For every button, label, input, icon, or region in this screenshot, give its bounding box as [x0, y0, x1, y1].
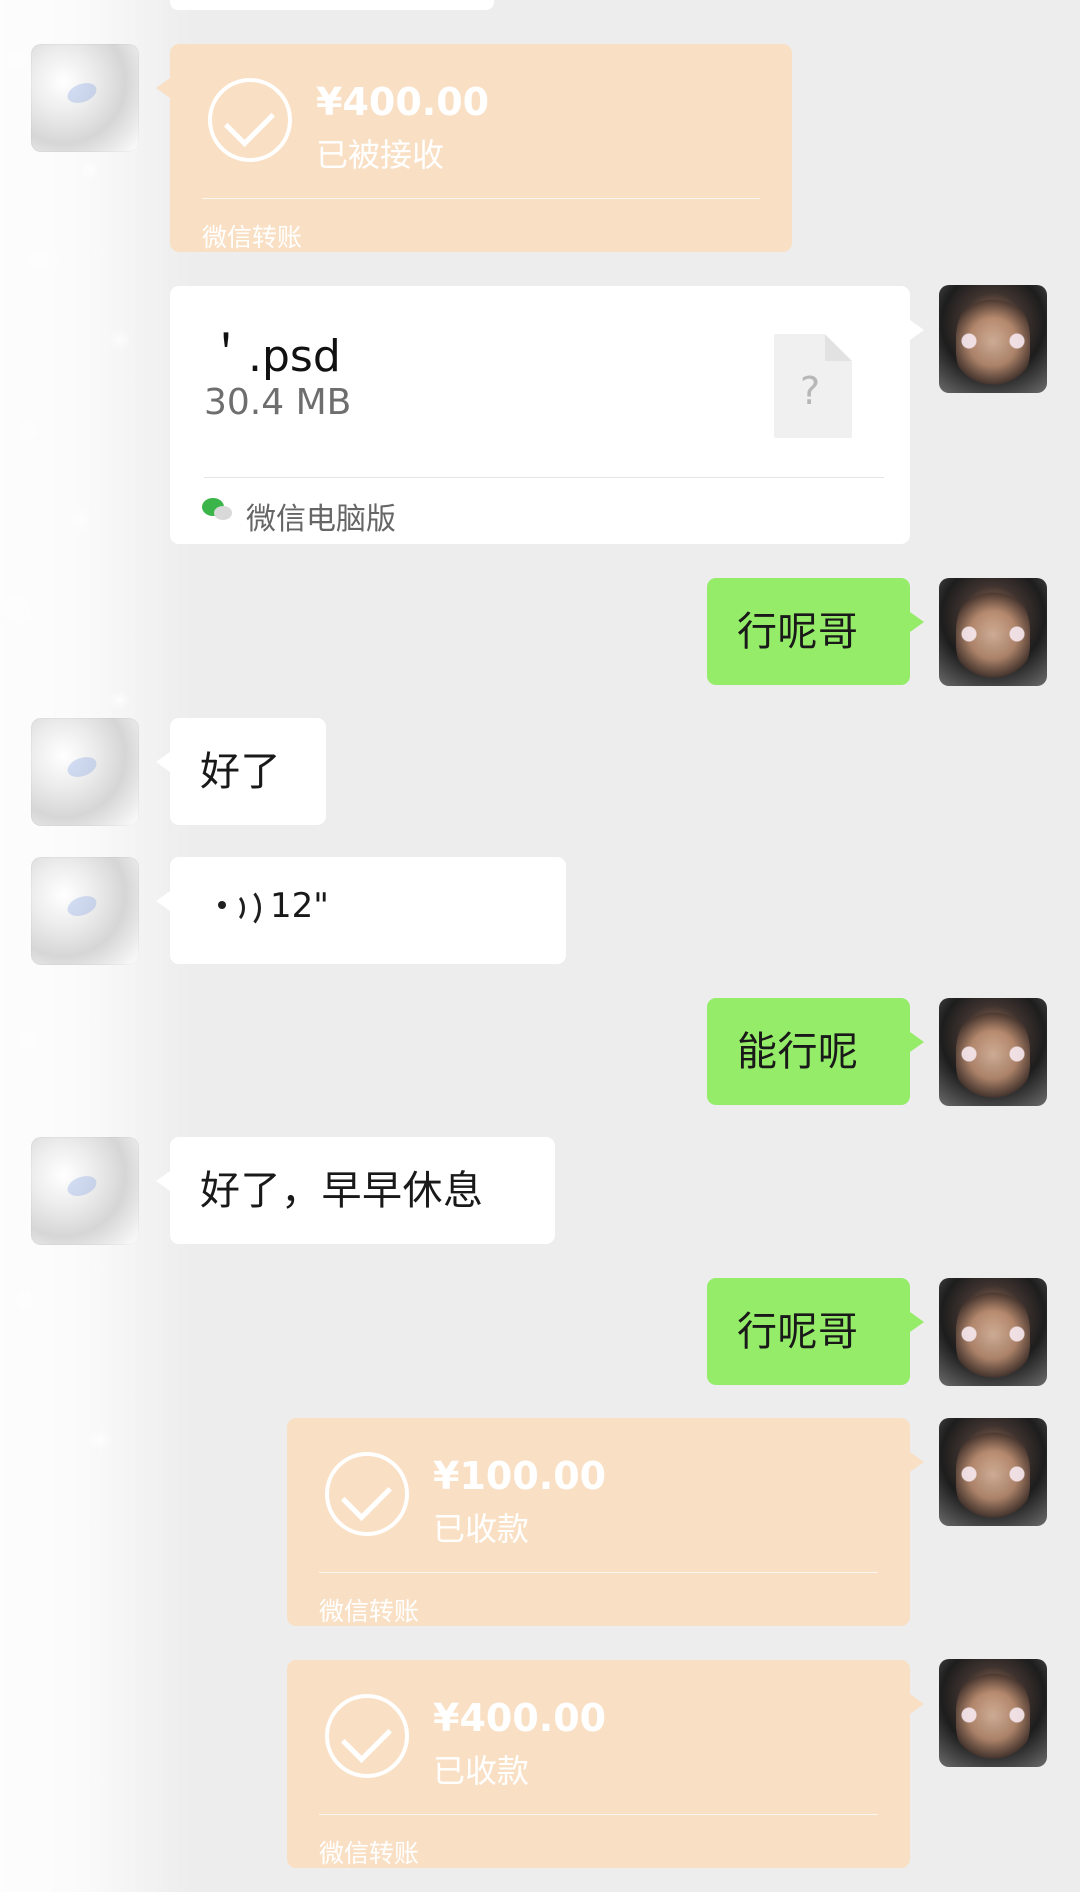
transfer-status: 已被接收	[316, 136, 445, 174]
message-text: 能行呢	[737, 1028, 859, 1075]
transfer-status: 已收款	[433, 1510, 530, 1548]
my-avatar[interactable]	[939, 1418, 1047, 1526]
transfer-card-right-1[interactable]: ¥100.00 已收款 微信转账	[287, 1418, 924, 1626]
transfer-footer: 微信转账	[202, 223, 303, 252]
friend-avatar[interactable]	[31, 1137, 139, 1245]
file-message-card[interactable]: ＇.psd 30.4 MB ? 微信电脑版	[170, 286, 924, 544]
check-circle-icon	[325, 1694, 409, 1778]
my-avatar[interactable]	[939, 998, 1047, 1106]
transfer-divider	[202, 198, 760, 199]
my-avatar[interactable]	[939, 578, 1047, 686]
question-mark: ?	[800, 369, 821, 413]
text-bubble-right[interactable]: 行呢哥	[707, 1278, 924, 1385]
transfer-footer: 微信转账	[319, 1839, 420, 1868]
text-bubble-left[interactable]: 好了，早早休息	[156, 1137, 555, 1244]
transfer-amount: ¥100.00	[433, 1454, 607, 1498]
check-circle-icon	[325, 1452, 409, 1536]
file-name: ＇.psd	[204, 331, 341, 382]
voice-duration: 12"	[270, 886, 329, 926]
transfer-footer: 微信转账	[319, 1597, 420, 1626]
transfer-amount: ¥400.00	[316, 80, 490, 124]
transfer-card-top[interactable]: ¥400.00 已被接收 微信转账	[156, 44, 792, 252]
transfer-divider	[319, 1814, 878, 1815]
message-text: 好了，早早休息	[200, 1167, 484, 1214]
file-size: 30.4 MB	[204, 382, 352, 423]
check-circle-icon	[208, 78, 292, 162]
transfer-card-right-2[interactable]: ¥400.00 已收款 微信转账	[287, 1660, 924, 1868]
wechat-icon	[202, 498, 236, 524]
text-bubble-left[interactable]: 好了	[156, 718, 326, 825]
message-text: 行呢哥	[737, 608, 859, 655]
voice-icon-wave-2	[227, 887, 261, 929]
friend-avatar[interactable]	[31, 718, 139, 826]
friend-avatar[interactable]	[31, 44, 139, 152]
voice-message[interactable]: 12"	[156, 857, 566, 964]
question-file-icon: ?	[774, 334, 852, 438]
chat-screen: ¥400.00 已被接收 微信转账 ＇.psd 30.4 MB ? 微信电脑版 …	[0, 0, 1080, 1892]
transfer-amount: ¥400.00	[433, 1696, 607, 1740]
message-text: 好了	[200, 748, 281, 795]
my-avatar[interactable]	[939, 1659, 1047, 1767]
file-card-divider	[204, 477, 884, 478]
wechat-icon-bubble-2	[214, 506, 232, 520]
voice-icon	[218, 887, 261, 929]
transfer-status: 已收款	[433, 1752, 530, 1790]
transfer-divider	[319, 1572, 878, 1573]
friend-avatar[interactable]	[31, 857, 139, 965]
previous-message-edge	[170, 0, 494, 10]
file-source: 微信电脑版	[246, 502, 396, 537]
my-avatar[interactable]	[939, 285, 1047, 393]
text-bubble-right[interactable]: 行呢哥	[707, 578, 924, 685]
my-avatar[interactable]	[939, 1278, 1047, 1386]
text-bubble-right[interactable]: 能行呢	[707, 998, 924, 1105]
message-text: 行呢哥	[737, 1308, 859, 1355]
